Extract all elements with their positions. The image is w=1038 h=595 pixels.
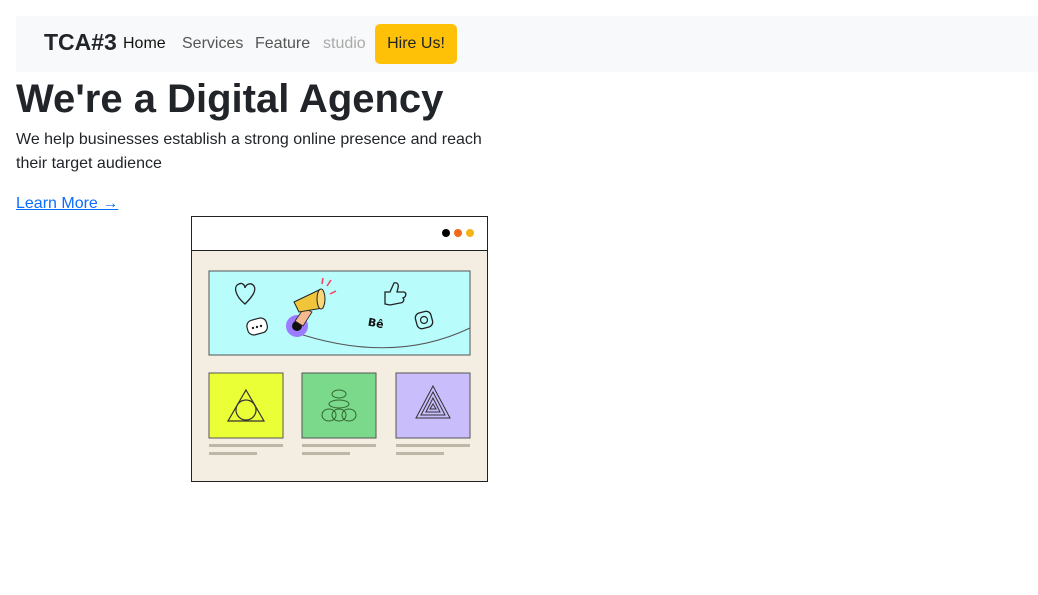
hero-title: We're a Digital Agency <box>16 77 444 121</box>
card-1 <box>208 372 284 439</box>
nav-link-feature[interactable]: Feature <box>255 33 310 55</box>
window-dot-orange <box>454 229 462 237</box>
window-dot-yellow <box>466 229 474 237</box>
nav-link-home[interactable]: Home <box>123 33 166 55</box>
hero-illustration: Bê <box>191 216 488 482</box>
brand-logo[interactable]: TCA#3 <box>44 27 117 57</box>
window-dot-black <box>442 229 450 237</box>
card-2 <box>301 372 377 439</box>
card-3 <box>395 372 471 439</box>
hero-subtitle: We help businesses establish a strong on… <box>16 131 482 172</box>
hire-us-button[interactable]: Hire Us! <box>375 24 457 64</box>
nav-link-studio[interactable]: studio <box>323 33 366 55</box>
learn-more-link[interactable]: Learn More → <box>16 193 118 215</box>
page: TCA#3 Home Services Feature studio Hire … <box>0 0 1038 595</box>
nav-link-services[interactable]: Services <box>182 33 243 55</box>
navbar: TCA#3 Home Services Feature studio Hire … <box>16 16 1038 72</box>
behance-icon: Bê <box>367 316 385 332</box>
